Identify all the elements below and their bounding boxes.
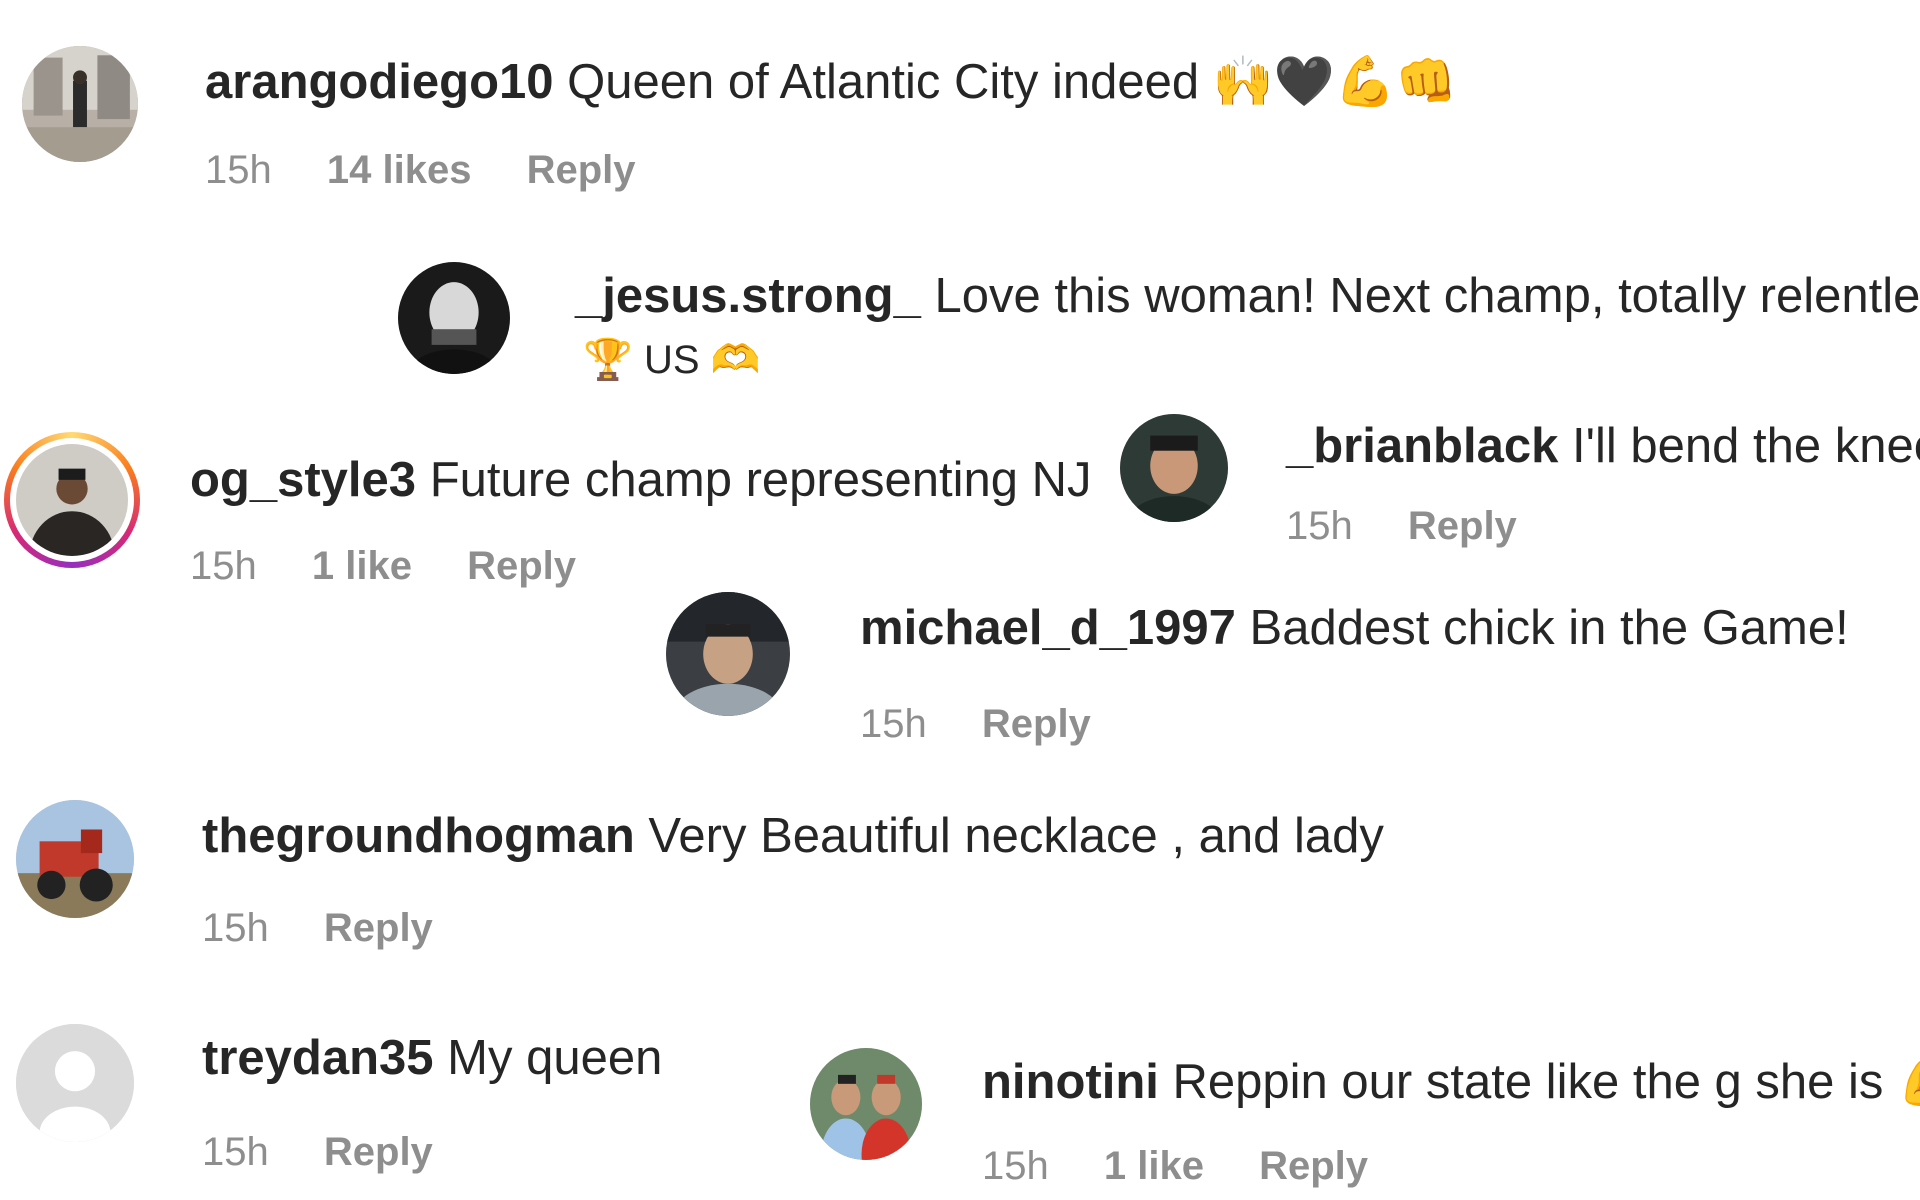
comment-time: 15h (1286, 504, 1353, 548)
comment-text: My queen (447, 1031, 663, 1085)
avatar-treydan35[interactable] (16, 1024, 134, 1142)
username-og-style3[interactable]: og_style3 (190, 453, 416, 507)
avatar-michael-d-1997[interactable] (666, 592, 790, 716)
comment-time: 15h (205, 148, 272, 192)
avatar-jesus-strong[interactable] (398, 262, 510, 374)
comment-time: 15h (202, 906, 269, 950)
username-jesus-strong[interactable]: _jesus.strong_ (575, 269, 921, 323)
avatar-ninotini[interactable] (810, 1048, 922, 1160)
reply-button[interactable]: Reply (467, 544, 576, 588)
reply-button[interactable]: Reply (527, 148, 636, 192)
comment-text: Love this woman! Next champ, totally rel… (934, 269, 1920, 323)
username-thegroundhogman[interactable]: thegroundhogman (202, 809, 635, 863)
username-arangodiego10[interactable]: arangodiego10 (205, 55, 554, 109)
username-treydan35[interactable]: treydan35 (202, 1031, 434, 1085)
comment-text-line2: US (643, 338, 700, 382)
avatar-og-style3 (16, 444, 128, 556)
comment-time: 15h (190, 544, 257, 588)
emoji-group-icon: 🙌🖤💪👊 (1212, 53, 1457, 110)
reply-button[interactable]: Reply (1259, 1144, 1368, 1188)
avatar-arangodiego10[interactable] (22, 46, 138, 162)
flexed-biceps-icon: 💪 (1897, 1053, 1920, 1110)
comment-text: Future champ representing NJ (429, 453, 1092, 507)
avatar-thegroundhogman[interactable] (16, 800, 134, 918)
heart-hands-icon: 🫶 (710, 337, 761, 383)
username-ninotini[interactable]: ninotini (982, 1055, 1159, 1109)
comment-text: Baddest chick in the Game! (1249, 601, 1849, 655)
comment-time: 15h (860, 702, 927, 746)
username-michael-d-1997[interactable]: michael_d_1997 (860, 601, 1236, 655)
reply-button[interactable]: Reply (324, 1130, 433, 1174)
comment-time: 15h (982, 1144, 1049, 1188)
username-brianblack[interactable]: _brianblack (1286, 419, 1558, 473)
default-avatar-icon (16, 1024, 134, 1142)
reply-button[interactable]: Reply (324, 906, 433, 950)
avatar-brianblack[interactable] (1120, 414, 1228, 522)
likes-count[interactable]: 1 like (1104, 1144, 1204, 1188)
comment-text: Reppin our state like the g she is (1172, 1055, 1884, 1109)
comment-text: Very Beautiful necklace , and lady (648, 809, 1384, 863)
story-ring-og-style3[interactable] (4, 432, 140, 568)
likes-count[interactable]: 14 likes (327, 148, 472, 192)
trophy-icon: 🏆 (583, 337, 633, 383)
comment-time: 15h (202, 1130, 269, 1174)
comment-text: Queen of Atlantic City indeed (567, 55, 1200, 109)
likes-count[interactable]: 1 like (312, 544, 412, 588)
reply-button[interactable]: Reply (1408, 504, 1517, 548)
comment-text: I'll bend the knee (1571, 419, 1920, 473)
reply-button[interactable]: Reply (982, 702, 1091, 746)
